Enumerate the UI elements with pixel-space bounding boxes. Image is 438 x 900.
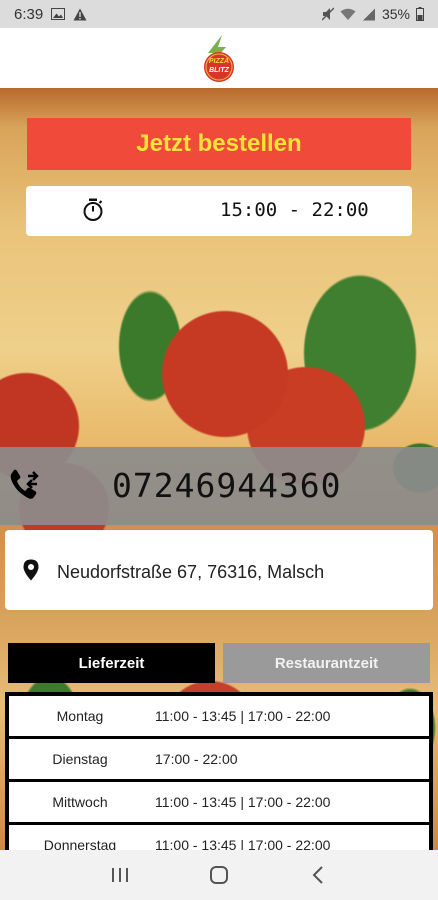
day-label: Mittwoch: [52, 794, 108, 810]
day-label: Montag: [56, 708, 104, 724]
day-times: 17:00 - 22:00: [155, 751, 238, 767]
image-icon: [51, 8, 66, 20]
day-label: Donnerstag: [43, 837, 117, 850]
status-bar: 6:39 35%: [0, 0, 438, 28]
tab-restaurant-time[interactable]: Restaurantzeit: [223, 643, 430, 683]
tab-delivery-time[interactable]: Lieferzeit: [8, 643, 215, 683]
wifi-icon: [340, 8, 356, 21]
day-times: 11:00 - 13:45 | 17:00 - 22:00: [155, 794, 331, 810]
hours-row-thursday: Donnerstag 11:00 - 13:45 | 17:00 - 22:00: [9, 825, 429, 850]
day-times: 11:00 - 13:45 | 17:00 - 22:00: [155, 708, 331, 724]
hours-tabs: Lieferzeit Restaurantzeit: [8, 643, 430, 683]
recents-icon[interactable]: [100, 855, 140, 895]
phone-number[interactable]: 07246944360: [112, 466, 342, 505]
logo-text-top: PIZZA: [208, 58, 230, 65]
address-card[interactable]: Neudorfstraße 67, 76316, Malsch: [5, 530, 433, 610]
home-icon[interactable]: [199, 855, 239, 895]
battery-percent: 35%: [381, 6, 410, 22]
logo-text-bottom: BLITZ: [209, 67, 229, 74]
pizza-blitz-logo[interactable]: PIZZA BLITZ: [196, 33, 242, 83]
system-nav-bar: [0, 850, 438, 900]
todays-hours-text: 15:00 - 22:00: [220, 199, 369, 221]
back-icon[interactable]: [298, 855, 338, 895]
order-now-button[interactable]: Jetzt bestellen: [27, 118, 411, 170]
stopwatch-icon: [82, 198, 104, 227]
day-times: 11:00 - 13:45 | 17:00 - 22:00: [155, 837, 331, 850]
delivery-hours-table: Montag 11:00 - 13:45 | 17:00 - 22:00 Die…: [5, 692, 433, 850]
battery-icon: [416, 7, 424, 21]
phone-bar[interactable]: 07246944360: [0, 447, 438, 525]
address-text: Neudorfstraße 67, 76316, Malsch: [57, 562, 325, 582]
signal-icon: [362, 8, 376, 21]
day-label: Dienstag: [52, 751, 108, 767]
todays-hours-card: 15:00 - 22:00: [26, 186, 412, 236]
phone-forward-icon[interactable]: [6, 467, 42, 508]
warning-icon: [73, 8, 87, 21]
location-pin-icon: [23, 559, 39, 586]
hours-row-tuesday: Dienstag 17:00 - 22:00: [9, 739, 429, 779]
status-time: 6:39: [14, 5, 44, 23]
hours-row-wednesday: Mittwoch 11:00 - 13:45 | 17:00 - 22:00: [9, 782, 429, 822]
hours-row-monday: Montag 11:00 - 13:45 | 17:00 - 22:00: [9, 696, 429, 736]
mute-icon: [321, 7, 334, 21]
app-header: PIZZA BLITZ: [0, 28, 438, 88]
